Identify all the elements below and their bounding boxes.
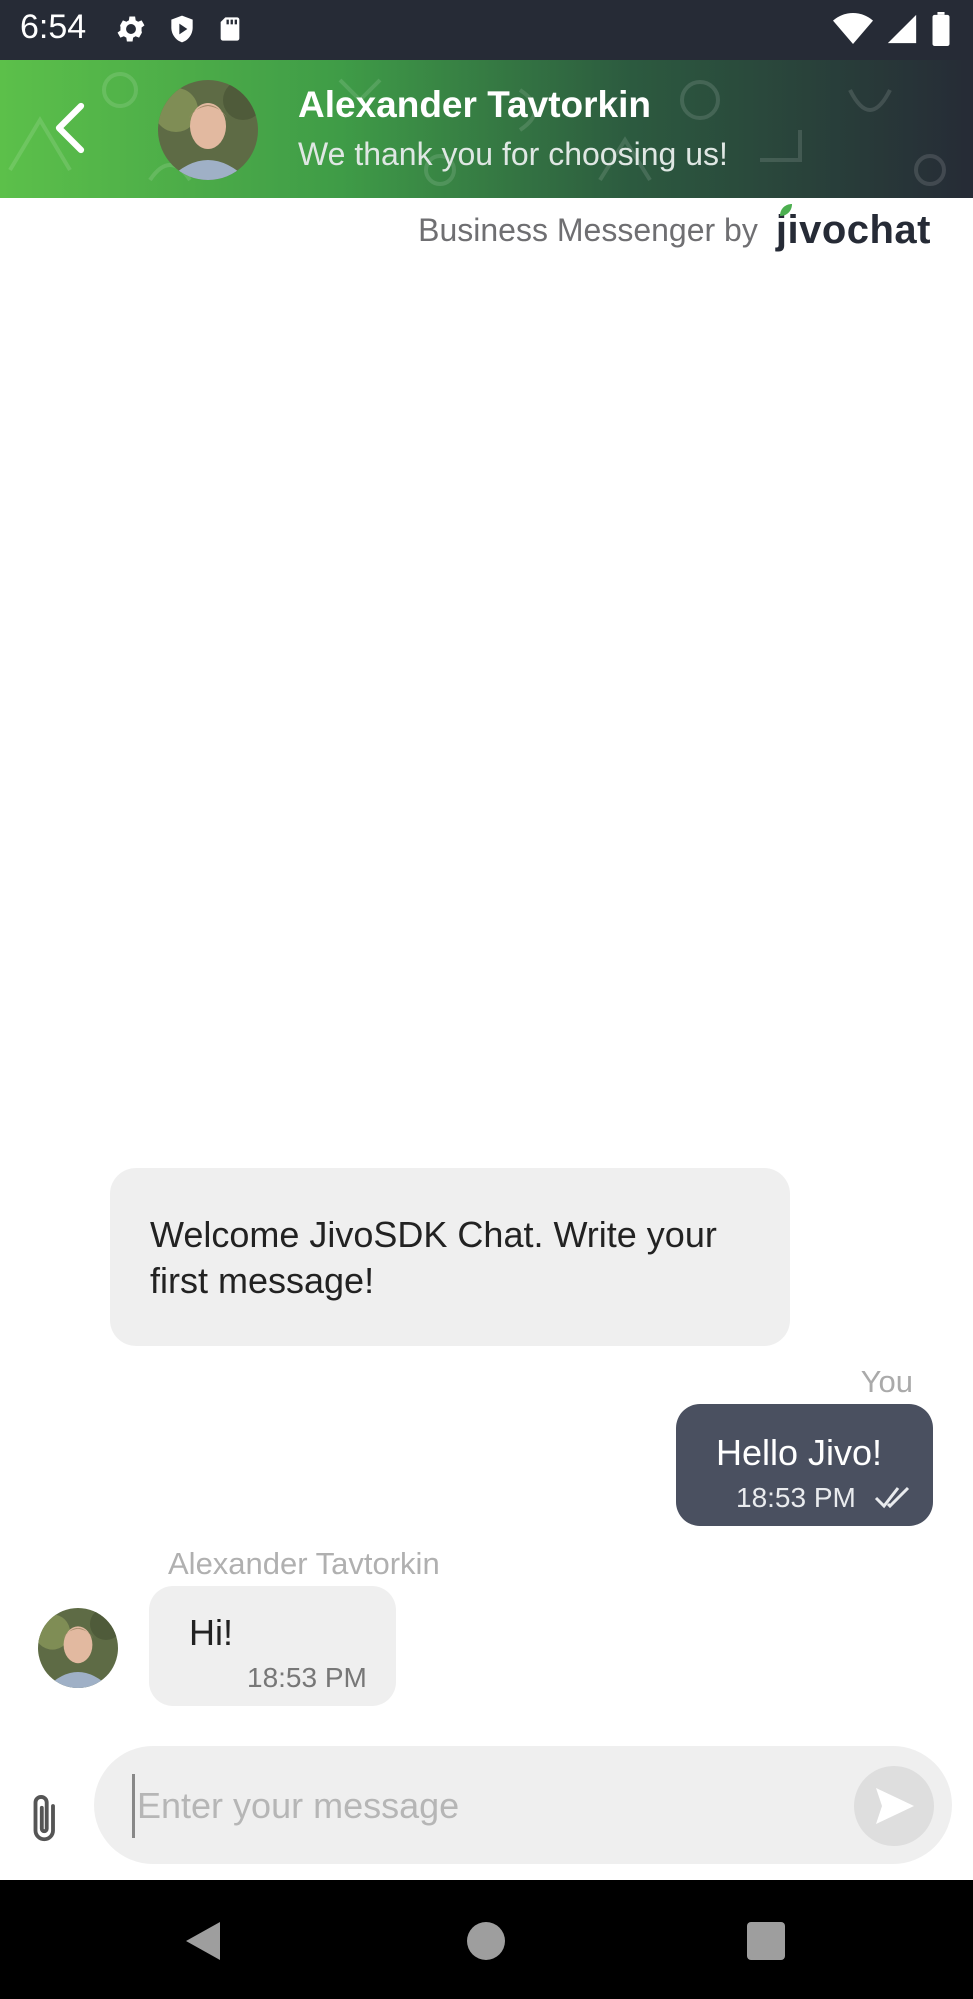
message-text: Welcome JivoSDK Chat. Write your first m… (150, 1214, 717, 1301)
agent-name: Alexander Tavtorkin (298, 84, 651, 125)
system-nav-bar (0, 1880, 973, 1999)
sender-label: Alexander Tavtorkin (168, 1546, 440, 1581)
send-button[interactable] (854, 1766, 934, 1846)
nav-home-icon[interactable] (467, 1922, 505, 1960)
header-subtitle: We thank you for choosing us! (298, 136, 728, 172)
double-check-icon (874, 1486, 910, 1509)
status-bar: 6:54 (0, 0, 973, 60)
branding: Business Messenger by jivochat (418, 204, 931, 253)
nav-back-icon[interactable] (184, 1920, 222, 1962)
message-text: Hello Jivo! (716, 1432, 883, 1473)
status-icons-left (114, 12, 244, 46)
agent-avatar[interactable] (38, 1608, 118, 1688)
message-time: 18:53 PM (247, 1662, 367, 1693)
message-input[interactable] (132, 1774, 839, 1838)
gear-icon (117, 16, 145, 42)
signal-icon (887, 14, 917, 44)
header-pattern (8, 72, 946, 186)
message-bubble-incoming: Welcome JivoSDK Chat. Write your first m… (110, 1168, 790, 1346)
leaf-icon (779, 204, 792, 216)
shield-icon (171, 15, 193, 43)
person-avatar-icon (158, 80, 258, 180)
message-text: Hi! (189, 1612, 233, 1653)
paperclip-icon[interactable] (24, 1792, 68, 1848)
message-bubble-incoming[interactable]: Hi! 18:53 PM (149, 1586, 396, 1706)
battery-icon (932, 12, 950, 46)
status-time: 6:54 (20, 8, 87, 46)
wifi-icon (833, 13, 873, 44)
sender-label: You (860, 1364, 913, 1399)
sd-card-icon (220, 17, 240, 41)
jivochat-logo[interactable]: jivochat (775, 204, 931, 253)
message-bubble-outgoing[interactable]: Hello Jivo! 18:53 PM (676, 1404, 933, 1526)
send-icon (876, 1788, 914, 1824)
chat-header: Alexander Tavtorkin We thank you for cho… (0, 60, 973, 198)
nav-recents-icon[interactable] (747, 1922, 785, 1960)
status-icons-right (833, 12, 951, 46)
agent-avatar[interactable] (158, 80, 258, 180)
message-time: 18:53 PM (736, 1482, 856, 1513)
message-composer (94, 1746, 952, 1864)
person-avatar-icon (38, 1608, 118, 1688)
branding-text: Business Messenger by (418, 212, 758, 248)
jivochat-logo-text: jivochat (775, 208, 931, 252)
back-button[interactable] (48, 100, 92, 156)
